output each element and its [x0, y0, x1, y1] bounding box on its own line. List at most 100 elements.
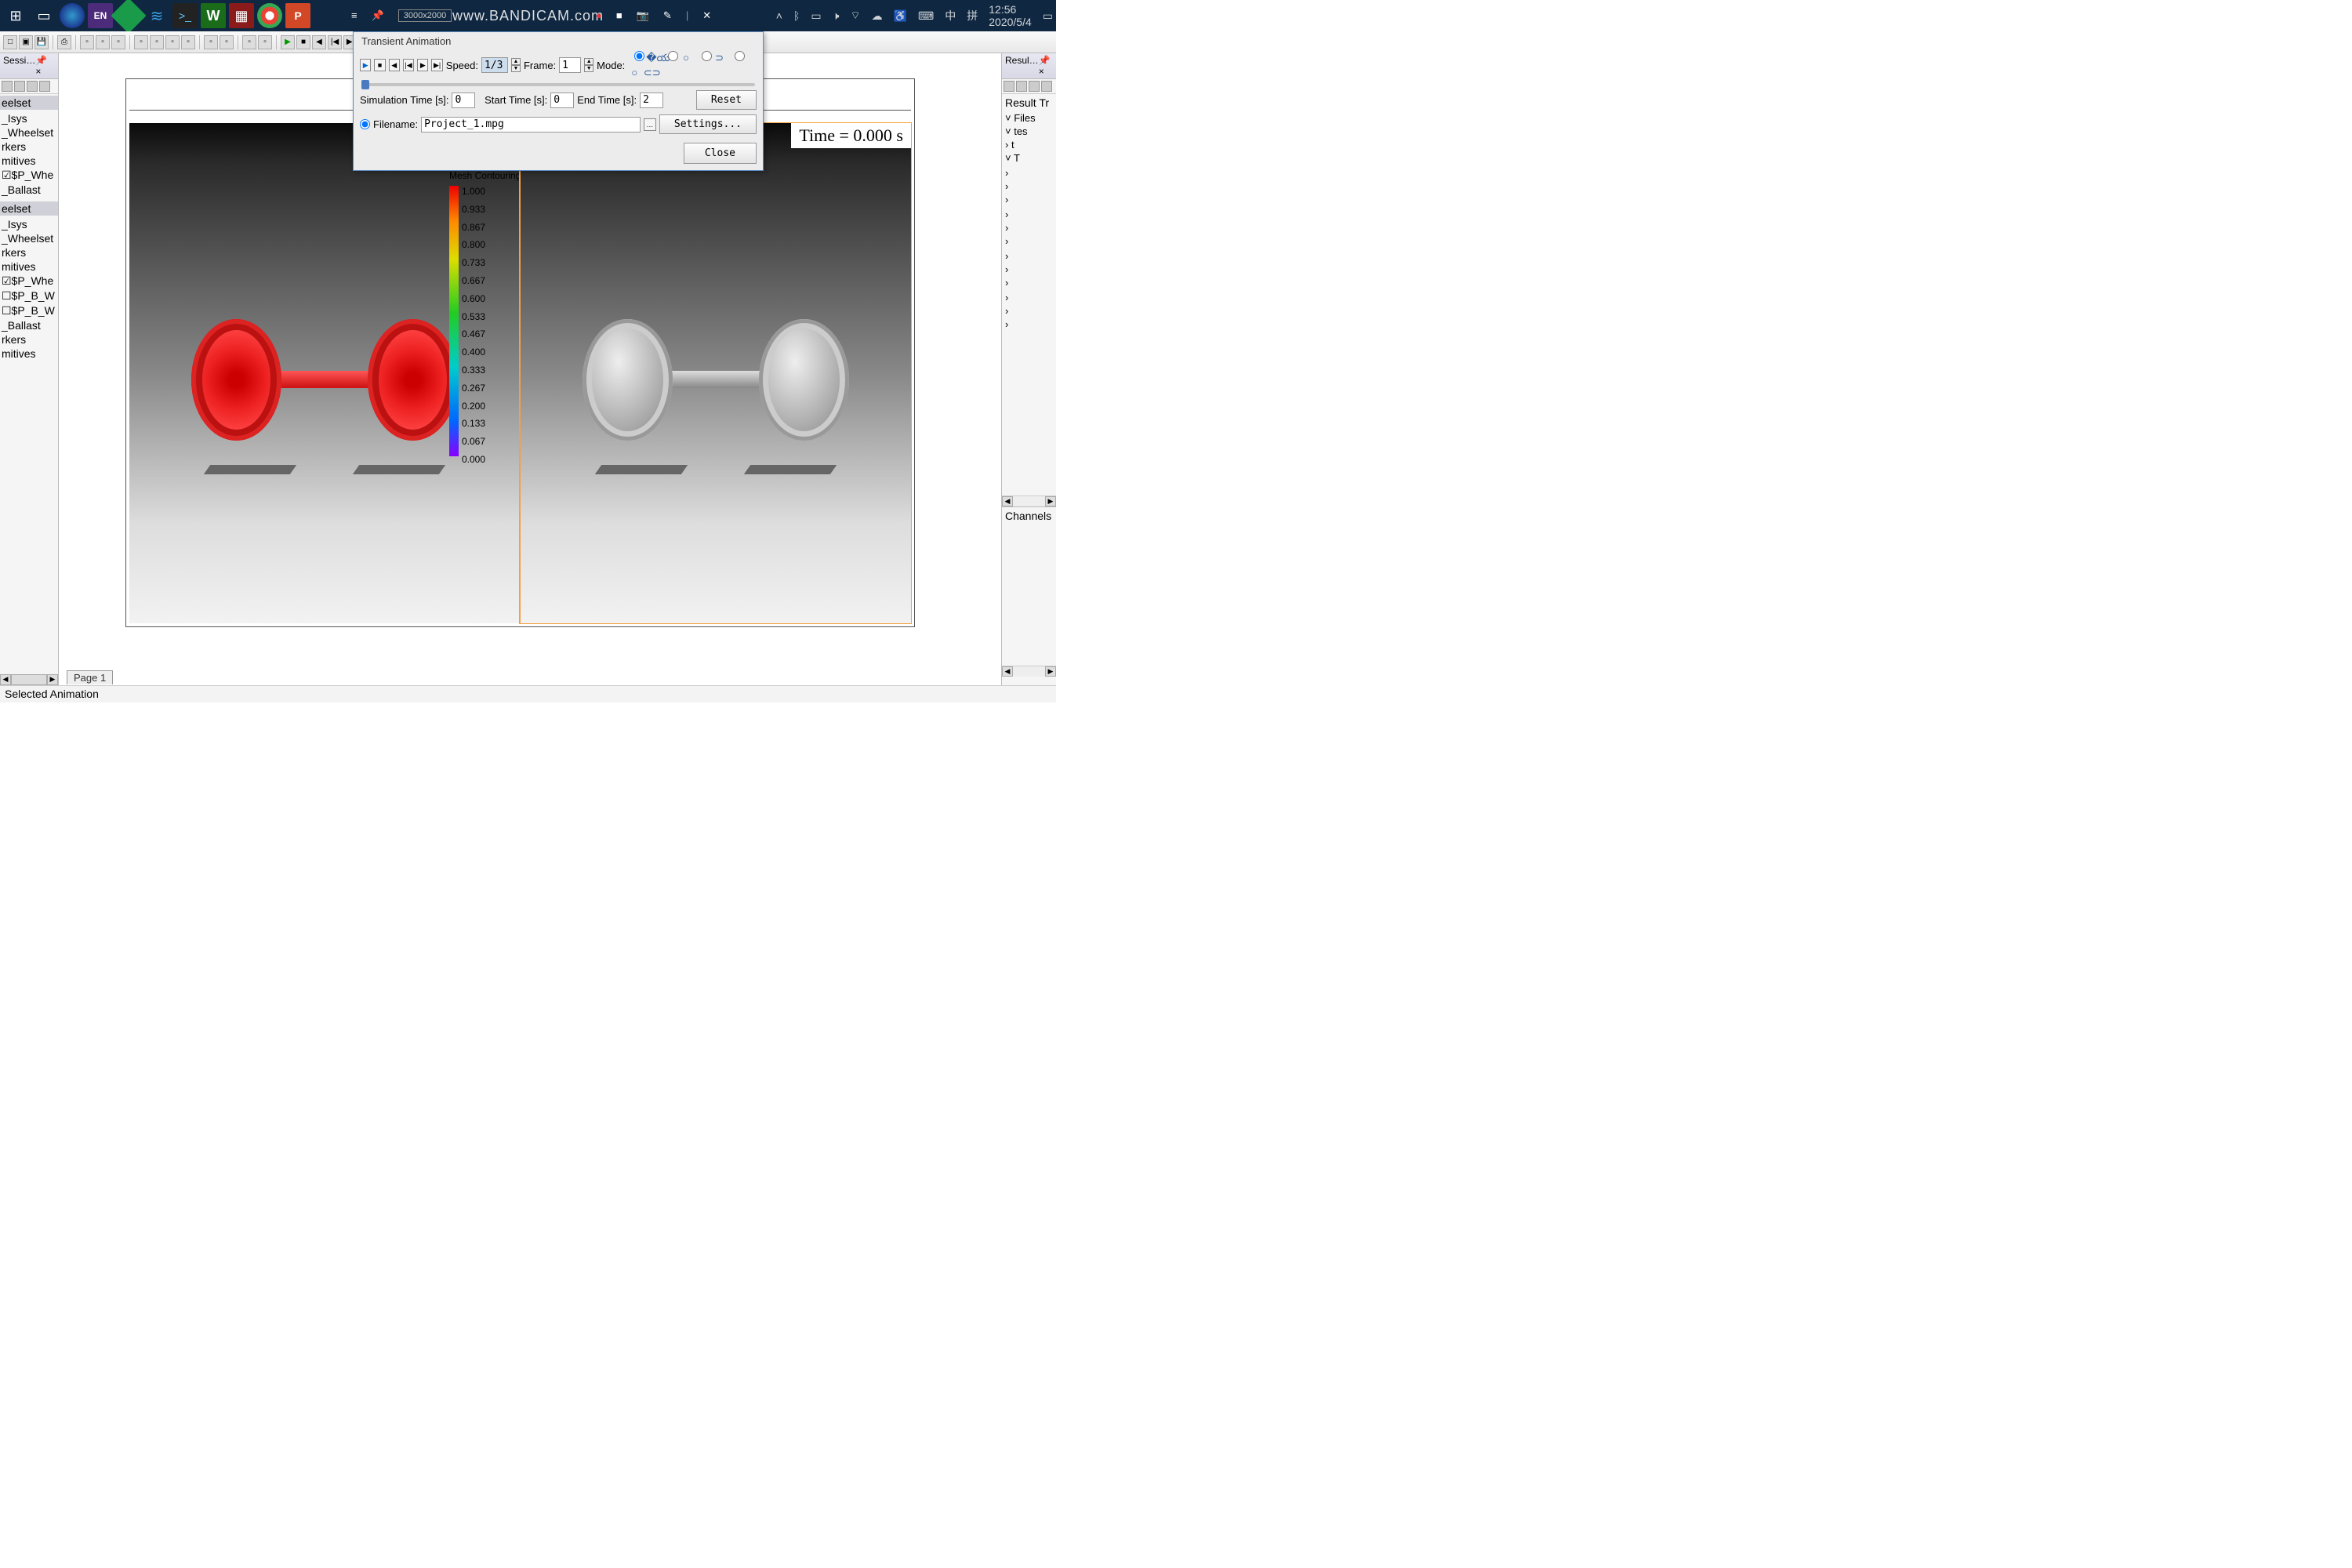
record-button-icon[interactable]: ■: [616, 9, 622, 22]
cloud-icon[interactable]: ☁: [872, 9, 883, 23]
wheelset-gray: [575, 311, 857, 468]
mode-radios[interactable]: �య ○ ⊃ ○ ⊂⊃: [628, 51, 757, 79]
mode-radio-4[interactable]: [735, 51, 745, 61]
tb-g[interactable]: ▫: [181, 35, 195, 49]
panel-pin-icon[interactable]: 📌 ×: [1039, 55, 1053, 77]
tb-new[interactable]: □: [3, 35, 17, 49]
tb-print[interactable]: ⎙: [57, 35, 71, 49]
view3d-right[interactable]: Time = 0.000 s: [520, 123, 911, 623]
dlg-first-icon[interactable]: |◀: [403, 59, 414, 71]
frame-input[interactable]: [559, 57, 581, 73]
right-hscroll[interactable]: ◀▶: [1002, 495, 1056, 506]
dlg-stop-icon[interactable]: ■: [374, 59, 385, 71]
system-tray: ˄ ᛒ ▭ 🕨 ⌔ ☁ ♿ ⌨ 中 拼 12:562020/5/4 ▭: [776, 3, 1053, 28]
clock[interactable]: 12:562020/5/4: [989, 3, 1032, 28]
results-panel: Resul…📌 × Result Tr ˅ Files ˅ tes › t ˅ …: [1001, 53, 1056, 685]
battery-icon[interactable]: ▭: [811, 9, 821, 23]
mode-radio-2[interactable]: [668, 51, 678, 61]
result-header: Result Tr: [1002, 94, 1056, 111]
powerpoint-icon[interactable]: P: [285, 3, 310, 28]
results-tree[interactable]: ˅ Files ˅ tes › t ˅ T › › › › › › › › ›: [1002, 111, 1056, 495]
ime-zh-icon[interactable]: 中: [945, 8, 956, 24]
tb-b[interactable]: ▫: [96, 35, 110, 49]
app2-icon[interactable]: ▦: [229, 3, 254, 28]
tb-d[interactable]: ▫: [134, 35, 148, 49]
tb-k[interactable]: ▫: [258, 35, 272, 49]
tb-j[interactable]: ▫: [242, 35, 256, 49]
edge-icon[interactable]: [60, 3, 85, 28]
channels-header: Channels: [1002, 506, 1056, 524]
bandicam-pin-icon[interactable]: 📌: [372, 9, 384, 22]
chrome-icon[interactable]: [257, 3, 282, 28]
settings-button[interactable]: Settings...: [659, 114, 757, 134]
session-tree[interactable]: eelset _Isys _Wheelset rkers mitives ☑$P…: [0, 94, 58, 362]
endtime-label: End Time [s]:: [577, 94, 637, 106]
transient-animation-dialog: Transient Animation ▶ ■ ◀ |◀ ▶ ▶| Speed:…: [353, 31, 764, 171]
bandicam-menu-icon[interactable]: ≡: [351, 9, 358, 22]
tb-save[interactable]: 💾: [34, 35, 49, 49]
tb-a[interactable]: ▫: [80, 35, 94, 49]
app-icon[interactable]: [111, 0, 146, 34]
left-tabicons[interactable]: [0, 79, 58, 94]
mode-radio-1[interactable]: [634, 51, 644, 61]
dialog-title: Transient Animation: [354, 32, 763, 49]
wps-icon[interactable]: W: [201, 3, 226, 28]
onenote-icon[interactable]: EN: [88, 3, 113, 28]
taskview-icon[interactable]: ▭: [31, 3, 56, 28]
time-slider[interactable]: [354, 82, 763, 88]
dlg-prev-icon[interactable]: ◀: [389, 59, 400, 71]
simtime-label: Simulation Time [s]:: [360, 94, 448, 106]
bluetooth-icon[interactable]: ᛒ: [793, 9, 800, 22]
speed-label: Speed:: [446, 60, 478, 71]
dlg-next-icon[interactable]: ▶: [417, 59, 428, 71]
terminal-icon[interactable]: >_: [172, 3, 198, 28]
left-hscroll[interactable]: ◀▶: [0, 674, 58, 685]
right-tabicons[interactable]: [1002, 79, 1056, 94]
close-button[interactable]: Close: [684, 143, 757, 164]
simtime-input[interactable]: [452, 93, 475, 108]
dlg-last-icon[interactable]: ▶|: [431, 59, 442, 71]
keyboard-icon[interactable]: ⌨: [918, 9, 934, 23]
notifications-icon[interactable]: ▭: [1043, 9, 1053, 23]
stop-icon[interactable]: ■: [296, 35, 310, 49]
mode-radio-3[interactable]: [702, 51, 712, 61]
speed-input[interactable]: [481, 57, 508, 73]
tb-open[interactable]: ▣: [19, 35, 33, 49]
view3d-left[interactable]: Time = 0.000 s Mesh Contouring 1 1.0000.…: [129, 123, 520, 623]
dlg-play-icon[interactable]: ▶: [360, 59, 371, 71]
time-label-right: Time = 0.000 s: [791, 123, 911, 148]
tray-icon[interactable]: ˄: [776, 9, 782, 22]
play-icon[interactable]: ▶: [281, 35, 295, 49]
tb-f[interactable]: ▫: [165, 35, 180, 49]
filename-radio[interactable]: [360, 119, 370, 129]
first-icon[interactable]: |◀: [328, 35, 342, 49]
panel-pin-icon[interactable]: 📌 ×: [35, 55, 55, 77]
frame-spinner[interactable]: ▲▼: [584, 58, 593, 72]
wifi-icon[interactable]: ⌔: [850, 9, 860, 23]
volume-icon[interactable]: 🕨: [833, 9, 840, 23]
rec-icon[interactable]: ●: [596, 9, 602, 22]
reset-button[interactable]: Reset: [696, 90, 757, 110]
camera-icon[interactable]: 📷: [637, 9, 649, 22]
vscode-icon[interactable]: ≋: [144, 3, 169, 28]
filename-input[interactable]: [421, 117, 641, 132]
endtime-input[interactable]: [640, 93, 663, 108]
access-icon[interactable]: ♿: [894, 9, 907, 23]
tb-h[interactable]: ▫: [204, 35, 218, 49]
tb-c[interactable]: ▫: [111, 35, 125, 49]
browse-button[interactable]: …: [644, 118, 656, 131]
page-tab[interactable]: Page 1: [67, 672, 113, 684]
tree-item[interactable]: eelset: [0, 96, 58, 110]
starttime-input[interactable]: [550, 93, 574, 108]
bandicam-close-icon[interactable]: ✕: [702, 9, 711, 22]
prev-icon[interactable]: ◀: [312, 35, 326, 49]
tb-e[interactable]: ▫: [150, 35, 164, 49]
mode2-icon: ○: [680, 52, 692, 64]
filename-label: Filename:: [373, 118, 418, 130]
tb-i[interactable]: ▫: [220, 35, 234, 49]
ime-pin-icon[interactable]: 拼: [967, 8, 978, 24]
speed-spinner[interactable]: ▲▼: [511, 58, 521, 72]
start-icon[interactable]: ⊞: [3, 3, 28, 28]
pen-icon[interactable]: ✎: [663, 9, 672, 22]
right-hscroll2[interactable]: ◀▶: [1002, 666, 1056, 677]
